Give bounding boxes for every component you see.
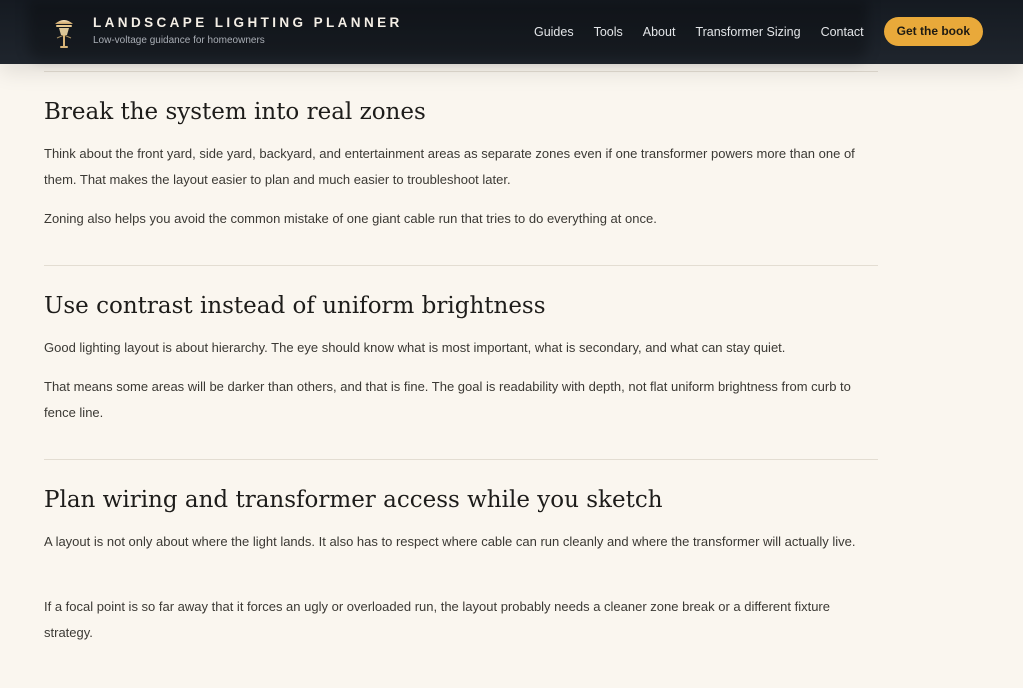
site-tagline: Low-voltage guidance for homeowners <box>93 35 265 46</box>
site-header: LANDSCAPE LIGHTING PLANNER Low-voltage g… <box>0 0 1023 64</box>
section-paragraph: That means some areas will be darker tha… <box>44 379 851 420</box>
nav-about[interactable]: About <box>643 18 676 46</box>
section-heading-zones: Break the system into real zones <box>44 99 426 125</box>
section-heading-wiring: Plan wiring and transformer access while… <box>44 487 663 513</box>
lamp-post-icon <box>55 20 73 48</box>
site-title[interactable]: LANDSCAPE LIGHTING PLANNER <box>93 14 403 32</box>
main-nav: Guides Tools About Transformer Sizing Co… <box>534 17 983 46</box>
section-divider <box>44 71 878 72</box>
section-divider <box>44 459 878 460</box>
section-paragraph: Think about the front yard, side yard, b… <box>44 146 855 187</box>
section-paragraph: If a focal point is so far away that it … <box>44 599 830 640</box>
section-heading-contrast: Use contrast instead of uniform brightne… <box>44 293 546 319</box>
section-paragraph: A layout is not only about where the lig… <box>44 534 856 549</box>
nav-contact[interactable]: Contact <box>821 18 864 46</box>
nav-tools[interactable]: Tools <box>594 18 623 46</box>
section-paragraph: Good lighting layout is about hierarchy.… <box>44 340 786 355</box>
get-the-book-button[interactable]: Get the book <box>883 17 983 46</box>
nav-transformer-sizing[interactable]: Transformer Sizing <box>695 18 800 46</box>
nav-guides[interactable]: Guides <box>534 18 574 46</box>
brand[interactable]: LANDSCAPE LIGHTING PLANNER Low-voltage g… <box>52 14 403 51</box>
section-divider <box>44 265 878 266</box>
section-paragraph: Zoning also helps you avoid the common m… <box>44 211 657 226</box>
